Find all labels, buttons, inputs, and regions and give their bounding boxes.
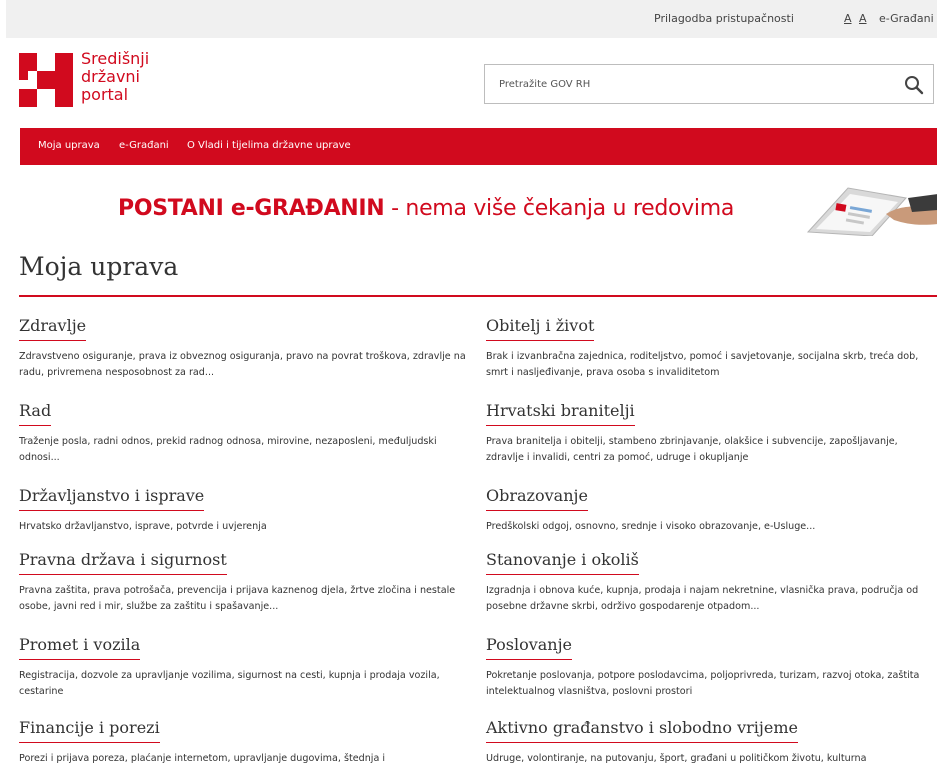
logo-line-3: portal — [81, 85, 129, 104]
category-description: Registracija, dozvole za upravljanje voz… — [19, 670, 440, 697]
search-box — [484, 64, 934, 104]
banner-bold-text: POSTANI e-GRAĐANIN — [118, 196, 385, 221]
category-description: Udruge, volontiranje, na putovanju, špor… — [486, 753, 867, 764]
category-poslovanje: Poslovanje Pokretanje poslovanja, potpor… — [486, 635, 937, 700]
category-description: Porezi i prijava poreza, plaćanje intern… — [19, 753, 386, 764]
category-pravna-drzava: Pravna država i sigurnost Pravna zaštita… — [19, 550, 469, 615]
tablet-hand-image — [806, 187, 937, 236]
category-description: Predškolski odgoj, osnovno, srednje i vi… — [486, 521, 816, 532]
category-title-link[interactable]: Pravna država i sigurnost — [19, 550, 227, 575]
category-branitelji: Hrvatski branitelji Prava branitelja i o… — [486, 401, 937, 466]
site-logo[interactable]: Središnji državni portal — [19, 50, 179, 113]
category-description: Zdravstveno osiguranje, prava iz obvezno… — [19, 351, 466, 378]
checkerboard-logo-icon — [19, 53, 73, 107]
category-description: Brak i izvanbračna zajednica, roditeljst… — [486, 351, 919, 378]
category-title-link[interactable]: Obrazovanje — [486, 486, 588, 511]
category-obitelj: Obitelj i život Brak i izvanbračna zajed… — [486, 316, 937, 381]
category-drzavljanstvo: Državljanstvo i isprave Hrvatsko državlj… — [19, 486, 469, 535]
category-description: Pravna zaštita, prava potrošača, prevenc… — [19, 585, 456, 612]
category-description: Prava branitelja i obitelji, stambeno zb… — [486, 436, 898, 463]
category-title-link[interactable]: Rad — [19, 401, 52, 426]
category-title-link[interactable]: Financije i porezi — [19, 718, 160, 743]
category-stanovanje: Stanovanje i okoliš Izgradnja i obnova k… — [486, 550, 937, 615]
category-title-link[interactable]: Zdravlje — [19, 316, 87, 341]
category-title-link[interactable]: Poslovanje — [486, 635, 573, 660]
top-egradani-link[interactable]: e-Građani — [879, 12, 934, 25]
logo-wordmark: Središnji državni portal — [81, 50, 149, 104]
logo-line-1: Središnji — [81, 49, 150, 68]
nav-item-e-gradani[interactable]: e-Građani — [119, 140, 169, 151]
title-divider — [19, 295, 937, 297]
category-obrazovanje: Obrazovanje Predškolski odgoj, osnovno, … — [486, 486, 937, 535]
category-zdravlje: Zdravlje Zdravstveno osiguranje, prava i… — [19, 316, 469, 381]
nav-item-o-vladi[interactable]: O Vladi i tijelima državne uprave — [187, 140, 351, 151]
category-aktivno-gradanstvo: Aktivno građanstvo i slobodno vrijeme Ud… — [486, 718, 937, 767]
category-description: Traženje posla, radni odnos, prekid radn… — [19, 436, 437, 463]
nav-item-moja-uprava[interactable]: Moja uprava — [38, 140, 100, 151]
font-size-large-button[interactable]: A — [859, 12, 867, 25]
accessibility-link[interactable]: Prilagodba pristupačnosti — [654, 12, 794, 25]
logo-line-2: državni — [81, 67, 140, 86]
main-navigation: Moja uprava e-Građani O Vladi i tijelima… — [20, 128, 937, 165]
banner-headline: POSTANI e-GRAĐANIN - nema više čekanja u… — [118, 196, 734, 221]
font-size-small-button[interactable]: A — [844, 12, 852, 25]
top-utility-bar: Prilagodba pristupačnosti A A e-Građani — [6, 0, 937, 38]
category-rad: Rad Traženje posla, radni odnos, prekid … — [19, 401, 469, 466]
category-description: Izgradnja i obnova kuće, kupnja, prodaja… — [486, 585, 919, 612]
category-promet: Promet i vozila Registracija, dozvole za… — [19, 635, 469, 700]
search-icon[interactable] — [903, 74, 925, 96]
banner-rest-text: - nema više čekanja u redovima — [384, 196, 735, 221]
category-title-link[interactable]: Hrvatski branitelji — [486, 401, 635, 426]
category-title-link[interactable]: Obitelj i život — [486, 316, 595, 341]
category-title-link[interactable]: Državljanstvo i isprave — [19, 486, 205, 511]
e-gradanin-banner[interactable]: POSTANI e-GRAĐANIN - nema više čekanja u… — [118, 184, 937, 236]
category-description: Pokretanje poslovanja, potpore poslodavc… — [486, 670, 920, 697]
category-title-link[interactable]: Aktivno građanstvo i slobodno vrijeme — [486, 718, 798, 743]
category-financije: Financije i porezi Porezi i prijava pore… — [19, 718, 469, 767]
category-description: Hrvatsko državljanstvo, isprave, potvrde… — [19, 521, 267, 532]
category-title-link[interactable]: Stanovanje i okoliš — [486, 550, 639, 575]
search-input[interactable] — [485, 65, 899, 103]
page-title: Moja uprava — [19, 252, 179, 281]
category-title-link[interactable]: Promet i vozila — [19, 635, 141, 660]
